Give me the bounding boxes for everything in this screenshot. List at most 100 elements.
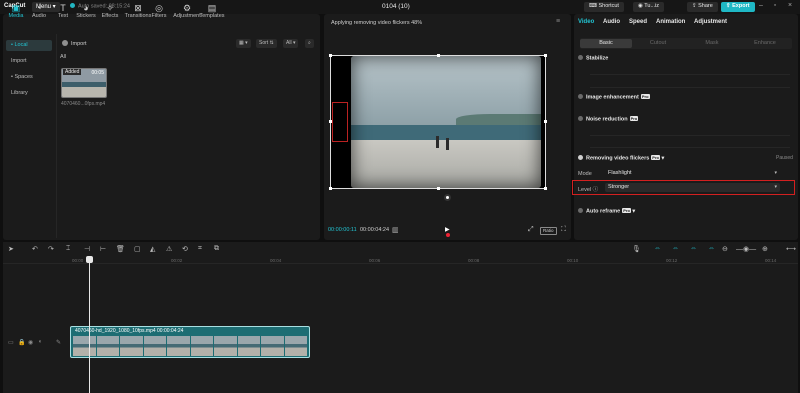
media-nav-item[interactable]: Import xyxy=(6,56,52,67)
tab-audio[interactable]: Audio xyxy=(603,19,620,25)
resize-handle[interactable] xyxy=(544,54,547,57)
media-nav-item[interactable]: • Spaces xyxy=(6,72,52,83)
track-lock-icon[interactable]: ▭ xyxy=(8,339,14,346)
split-icon[interactable]: ⌶ xyxy=(66,245,70,253)
toggle-on-icon[interactable] xyxy=(578,155,583,160)
track-lock-icon[interactable]: 🔒 xyxy=(18,339,25,346)
media-nav-item[interactable]: • Local xyxy=(6,40,52,51)
fit-timeline-icon[interactable]: ⟷ xyxy=(786,245,796,253)
subtab-cutout[interactable]: Cutout xyxy=(632,39,684,48)
stickers-icon: ◕ xyxy=(83,3,89,13)
mirror-icon[interactable]: ◭ xyxy=(150,245,155,253)
track-audio-icon[interactable]: ◖ xyxy=(38,339,42,345)
search-icon[interactable]: ⌕ xyxy=(305,39,314,48)
mode-select[interactable]: Flashlight ▾ xyxy=(605,169,780,178)
video-clip[interactable]: 4070460-hd_1920_1080_10fps.mp4 00:00:04:… xyxy=(70,326,310,358)
resize-handle[interactable] xyxy=(544,120,547,123)
toggle-icon[interactable] xyxy=(578,55,583,60)
play-icon[interactable]: ▶ xyxy=(445,226,450,233)
resize-handle[interactable] xyxy=(437,187,440,190)
microphone-icon[interactable]: 🎙 xyxy=(632,245,641,253)
split-right-icon[interactable]: ⊢ xyxy=(100,245,106,253)
auto-reframe-icon[interactable]: ⧉ xyxy=(214,245,219,253)
freeze-icon[interactable]: ▢ xyxy=(134,245,141,253)
select-tool-icon[interactable]: ➤ xyxy=(8,245,14,253)
filter-all-button[interactable]: All ▾ xyxy=(283,39,299,48)
image-enhancement-section[interactable]: Image enhancement Pro xyxy=(578,94,650,101)
export-button[interactable]: ⇧ Export xyxy=(721,2,755,12)
subtab-basic[interactable]: Basic xyxy=(580,39,632,48)
user-button[interactable]: ◉ Tu...iz xyxy=(633,2,665,12)
sort-button[interactable]: Sort ⇅ xyxy=(256,39,277,48)
fullscreen-icon[interactable]: ⛶ xyxy=(561,226,566,234)
subtab-enhance[interactable]: Enhance xyxy=(739,39,791,48)
shortcut-button[interactable]: ⌨ Shortcut xyxy=(584,2,624,12)
resize-handle[interactable] xyxy=(329,187,332,190)
snap-icon[interactable]: ⇔ xyxy=(672,245,679,252)
pro-badge: Pro xyxy=(622,208,631,213)
ruler-tick: 00:02 xyxy=(171,258,183,263)
player-menu-icon[interactable]: ≡ xyxy=(556,18,560,25)
tab-label: Text xyxy=(57,13,69,19)
ratio-button[interactable]: Ratio xyxy=(540,227,557,235)
tab-effects[interactable]: ✧ Effects xyxy=(99,3,121,19)
playhead-handle[interactable] xyxy=(86,256,93,263)
tab-text[interactable]: T Text xyxy=(52,3,74,19)
added-badge: Added xyxy=(63,69,82,75)
playhead[interactable] xyxy=(89,257,90,393)
maximize-icon[interactable]: ▫ xyxy=(770,2,780,12)
tab-media[interactable]: ▣ Media xyxy=(5,3,27,19)
disabled-row xyxy=(590,67,790,75)
delete-icon[interactable]: 🗑 xyxy=(116,245,125,253)
toggle-icon[interactable] xyxy=(578,208,583,213)
magnet-icon[interactable]: ⇔ xyxy=(690,245,697,252)
media-thumbnail[interactable]: Added 00:05 xyxy=(61,68,107,98)
timeline-view-icon[interactable]: ▥ xyxy=(392,226,399,234)
tab-speed[interactable]: Speed xyxy=(629,19,647,25)
link-icon[interactable]: ⇔ xyxy=(654,245,661,252)
zoom-slider[interactable]: —◉— xyxy=(736,245,756,253)
undo-icon[interactable]: ↶ xyxy=(32,245,38,253)
subtab-mask[interactable]: Mask xyxy=(686,39,738,48)
media-icon: ▣ xyxy=(11,3,21,13)
view-toggle[interactable]: ▦ ▾ xyxy=(236,39,251,48)
split-left-icon[interactable]: ⊣ xyxy=(84,245,90,253)
resize-handle[interactable] xyxy=(329,54,332,57)
warning-icon[interactable]: ⚠ xyxy=(166,245,172,253)
toggle-icon[interactable] xyxy=(578,116,583,121)
close-icon[interactable]: × xyxy=(785,2,795,12)
tab-stickers[interactable]: ◕ Stickers xyxy=(75,3,97,19)
fit-icon[interactable]: ⤢ xyxy=(528,226,534,234)
crop-icon[interactable]: ⌗ xyxy=(198,245,202,253)
media-nav-item[interactable]: Library xyxy=(6,88,52,99)
tab-video[interactable]: Video xyxy=(578,19,594,25)
tab-audio[interactable]: ◔ Audio xyxy=(28,3,50,19)
redo-icon[interactable]: ↷ xyxy=(48,245,54,253)
share-button[interactable]: ⇪ Share xyxy=(687,2,718,12)
time-ruler[interactable] xyxy=(3,256,798,264)
reverse-icon[interactable]: ⟲ xyxy=(182,245,188,253)
auto-reframe-section[interactable]: Auto reframe Pro ▾ xyxy=(578,208,635,215)
stabilize-section[interactable]: Stabilize xyxy=(578,55,608,62)
import-button[interactable]: Import xyxy=(62,40,87,47)
tab-label: Media xyxy=(8,13,24,19)
remove-flickers-section[interactable]: Removing video flickers Pro ▾ xyxy=(578,155,664,162)
resize-handle[interactable] xyxy=(544,187,547,190)
zoom-out-icon[interactable]: ⊖ xyxy=(722,245,728,253)
tab-animation[interactable]: Animation xyxy=(656,19,685,25)
preview-axis-icon[interactable]: ⇔ xyxy=(708,245,715,252)
video-preview[interactable] xyxy=(351,56,541,188)
track-visibility-icon[interactable]: ◉ xyxy=(28,339,33,346)
tab-adjustment[interactable]: Adjustment xyxy=(694,19,727,25)
tab-templates[interactable]: ▤ Templates xyxy=(197,3,227,19)
rotate-handle[interactable] xyxy=(444,194,451,201)
divider xyxy=(56,34,57,238)
cover-edit-icon[interactable]: ✎ xyxy=(56,339,61,346)
minimize-icon[interactable]: – xyxy=(756,2,766,12)
resize-handle[interactable] xyxy=(437,54,440,57)
pro-badge: Pro xyxy=(629,116,639,121)
zoom-in-icon[interactable]: ⊕ xyxy=(762,245,768,253)
noise-reduction-section[interactable]: Noise reduction Pro xyxy=(578,116,639,123)
toggle-icon[interactable] xyxy=(578,94,583,99)
tab-filters[interactable]: ◎ Filters xyxy=(148,3,170,19)
